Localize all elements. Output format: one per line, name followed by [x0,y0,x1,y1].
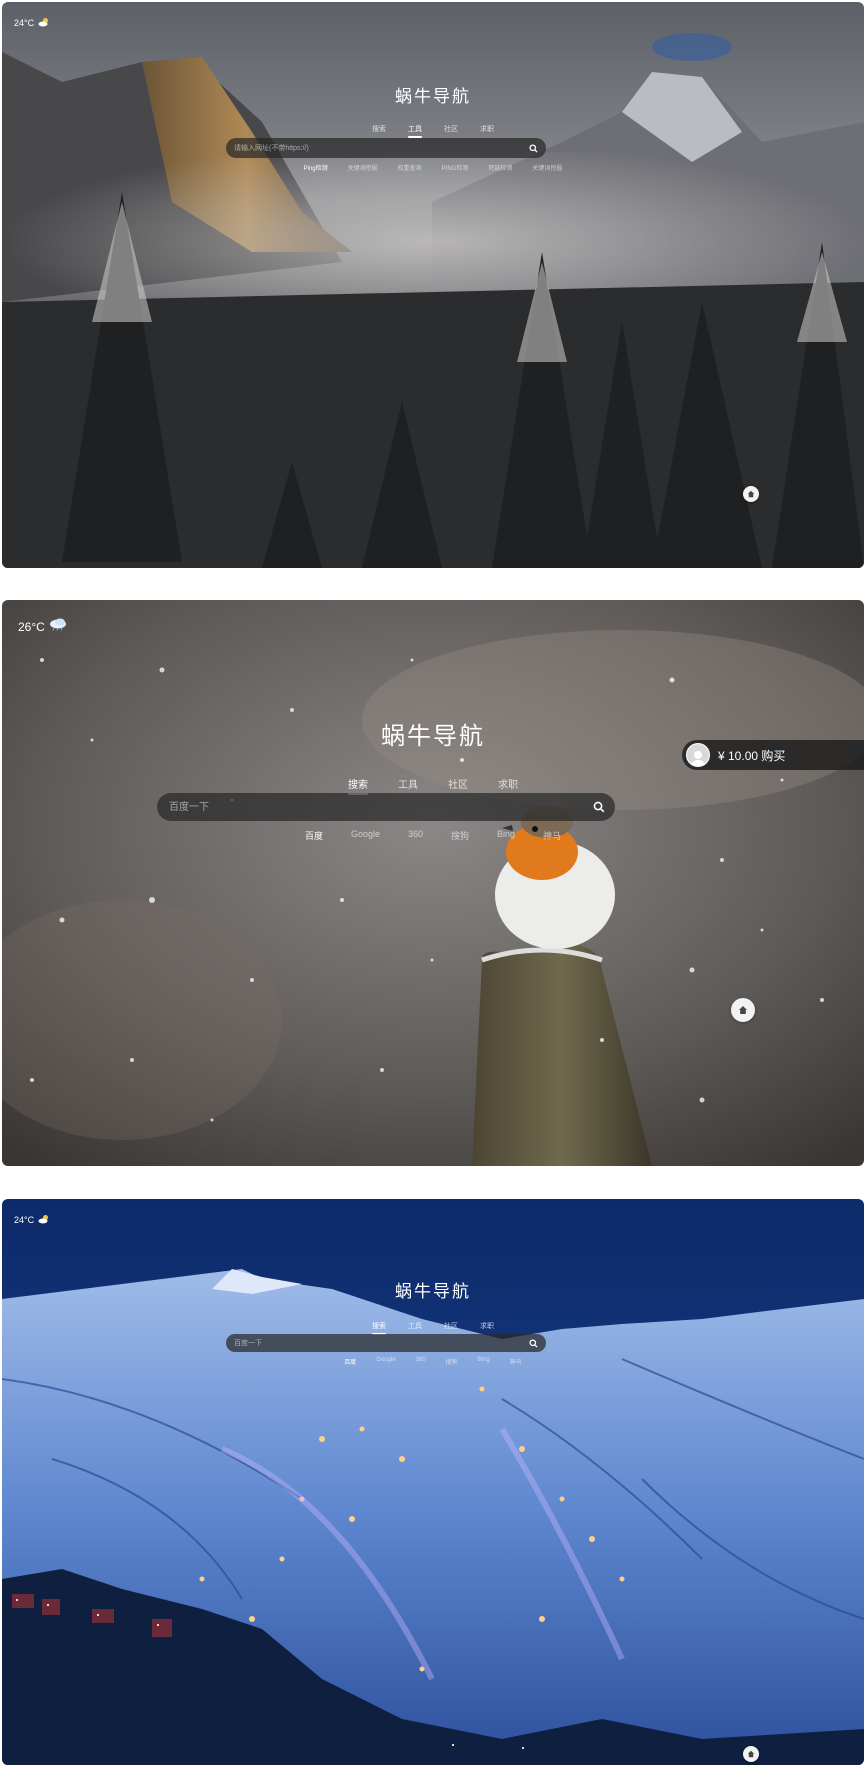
tab-tools[interactable]: 工具 [408,124,422,138]
engine-bing[interactable]: Bing [497,829,515,842]
tab-search[interactable]: 搜索 [372,1321,386,1335]
tab-community[interactable]: 社区 [444,124,458,134]
tool-option[interactable]: 关键词挖掘 [532,163,562,172]
weather-widget: 26°C [18,618,67,636]
search-icon[interactable] [593,801,605,813]
weather-widget: 24°C [14,1211,50,1229]
background-image-robin [2,600,864,1166]
tool-option[interactable]: 关键词挖掘 [348,163,378,172]
tool-option[interactable]: 权重查询 [398,163,422,172]
search-engine-list: 百度 Google 360 搜狗 Bing 神马 [2,829,864,842]
tool-option[interactable]: 死链检测 [488,163,512,172]
weather-widget: 24°C [14,14,50,32]
search-bar [157,793,615,821]
tab-jobs[interactable]: 求职 [480,1321,494,1331]
search-input[interactable] [226,143,529,153]
home-icon [738,1005,748,1015]
engine-bing[interactable]: Bing [478,1357,490,1366]
category-tabs: 搜索 工具 社区 求职 [2,1321,864,1335]
engine-shenma[interactable]: 神马 [510,1357,522,1366]
engine-google[interactable]: Google [351,829,380,842]
temperature-label: 24°C [14,18,35,28]
search-input[interactable] [157,800,593,814]
tab-tools[interactable]: 工具 [408,1321,422,1331]
screenshot-panel-foggy-valley: 24°C 蜗牛导航 搜索 工具 社区 求职 Ping检测 关键词挖掘 权重查询 … [2,2,864,568]
tab-search[interactable]: 搜索 [372,124,386,134]
partly-sunny-icon [38,1211,50,1229]
tool-options: Ping检测 关键词挖掘 权重查询 PING检测 死链检测 关键词挖掘 [2,163,864,172]
partly-sunny-icon [38,14,50,32]
temperature-label: 26°C [18,620,45,634]
home-button[interactable] [743,486,759,502]
search-engine-list: 百度 Google 360 搜狗 Bing 神马 [2,1357,864,1366]
site-title: 蜗牛导航 [395,1282,471,1302]
search-icon[interactable] [529,143,538,153]
site-title: 蜗牛导航 [395,87,471,107]
engine-sogou[interactable]: 搜狗 [446,1357,458,1366]
search-bar [226,138,546,158]
engine-google[interactable]: Google [376,1357,395,1366]
category-tabs: 搜索 工具 社区 求职 [2,776,864,795]
engine-sogou[interactable]: 搜狗 [451,829,469,842]
tab-community[interactable]: 社区 [444,1321,458,1331]
home-icon [747,1750,755,1758]
tab-community[interactable]: 社区 [448,776,468,791]
home-icon [747,490,755,498]
tab-jobs[interactable]: 求职 [480,124,494,134]
search-input[interactable] [226,1338,529,1348]
engine-shenma[interactable]: 神马 [543,829,561,842]
purchase-badge[interactable]: ¥ 10.00 购买 [682,740,864,770]
category-tabs: 搜索 工具 社区 求职 [2,124,864,138]
home-button[interactable] [731,998,755,1022]
avatar [686,743,710,767]
tab-search[interactable]: 搜索 [348,776,368,795]
screenshot-panel-ski-mountain: 24°C 蜗牛导航 搜索 工具 社区 求职 百度 Google 360 搜狗 B… [2,1199,864,1765]
engine-baidu[interactable]: 百度 [344,1357,356,1366]
search-bar [226,1334,546,1352]
engine-360[interactable]: 360 [416,1357,426,1366]
temperature-label: 24°C [14,1215,35,1225]
home-button[interactable] [743,1746,759,1762]
screenshot-panel-robin-snow: 26°C 蜗牛导航 搜索 工具 社区 求职 百度 Google 360 搜狗 B… [2,600,864,1166]
tool-option[interactable]: Ping检测 [304,163,328,172]
search-icon[interactable] [529,1338,538,1348]
engine-baidu[interactable]: 百度 [305,829,323,842]
tool-option[interactable]: PING检测 [442,163,469,172]
engine-360[interactable]: 360 [408,829,423,842]
purchase-price: ¥ 10.00 购买 [718,748,786,763]
tab-jobs[interactable]: 求职 [498,776,518,791]
tab-tools[interactable]: 工具 [398,776,418,791]
rain-cloud-icon [49,618,67,636]
